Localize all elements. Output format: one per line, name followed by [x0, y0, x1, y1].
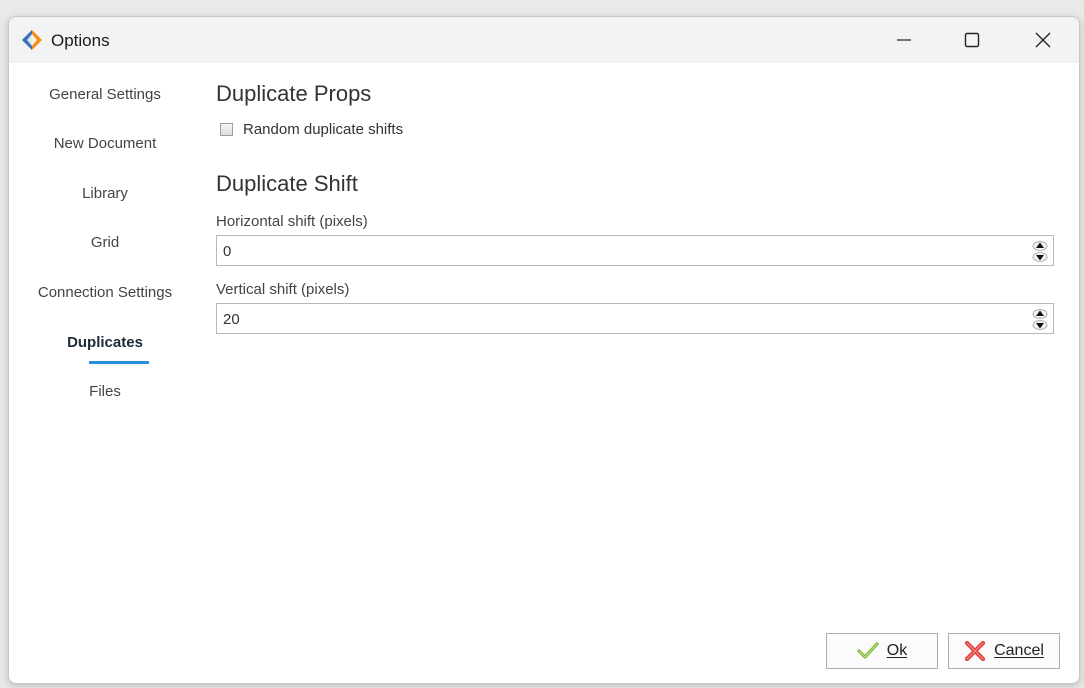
random-duplicate-shifts-label[interactable]: Random duplicate shifts	[243, 121, 403, 138]
sidebar-item-general-settings[interactable]: General Settings	[9, 80, 201, 110]
cancel-button-label: Cancel	[994, 642, 1044, 659]
checkmark-icon	[857, 642, 879, 659]
sidebar-item-files[interactable]: Files	[9, 377, 201, 407]
vertical-shift-stepper[interactable]	[216, 303, 1054, 334]
horizontal-shift-up-button[interactable]	[1030, 239, 1050, 251]
vertical-shift-arrows	[1030, 307, 1050, 331]
window-title: Options	[51, 31, 110, 50]
maximize-icon	[964, 32, 980, 48]
vertical-shift-up-button[interactable]	[1030, 307, 1050, 319]
random-duplicate-shifts-row[interactable]: Random duplicate shifts	[216, 121, 403, 138]
red-x-icon	[964, 641, 986, 661]
sidebar-item-connection-settings[interactable]: Connection Settings	[9, 278, 201, 308]
maximize-button[interactable]	[937, 17, 1007, 63]
vertical-shift-label: Vertical shift (pixels)	[216, 281, 350, 298]
horizontal-shift-input[interactable]	[223, 241, 1013, 261]
options-window: Options General Settings New Document Li…	[8, 16, 1080, 684]
horizontal-shift-stepper[interactable]	[216, 235, 1054, 266]
close-icon	[1035, 32, 1051, 48]
vertical-shift-input[interactable]	[223, 309, 1013, 329]
cancel-button[interactable]: Cancel	[948, 633, 1060, 669]
minimize-icon	[897, 39, 911, 41]
active-tab-indicator	[89, 361, 149, 364]
vertical-shift-down-button[interactable]	[1030, 319, 1050, 331]
spin-up-icon	[1032, 240, 1048, 251]
spin-down-icon	[1032, 319, 1048, 330]
horizontal-shift-arrows	[1030, 239, 1050, 263]
sidebar-item-duplicates[interactable]: Duplicates	[9, 328, 201, 358]
horizontal-shift-down-button[interactable]	[1030, 251, 1050, 263]
duplicate-props-heading: Duplicate Props	[216, 81, 372, 106]
spin-up-icon	[1032, 308, 1048, 319]
sidebar-item-library[interactable]: Library	[9, 179, 201, 209]
sidebar-item-grid[interactable]: Grid	[9, 228, 201, 258]
minimize-button[interactable]	[869, 17, 939, 63]
ok-button-label: Ok	[886, 642, 908, 659]
title-bar: Options	[9, 17, 1079, 63]
horizontal-shift-label: Horizontal shift (pixels)	[216, 213, 368, 230]
ok-button[interactable]: Ok	[826, 633, 938, 669]
close-button[interactable]	[1008, 17, 1078, 63]
app-logo-icon	[22, 30, 42, 50]
random-duplicate-shifts-checkbox[interactable]	[220, 123, 233, 136]
spin-down-icon	[1032, 251, 1048, 262]
duplicate-shift-heading: Duplicate Shift	[216, 171, 358, 196]
sidebar-item-new-document[interactable]: New Document	[9, 129, 201, 159]
